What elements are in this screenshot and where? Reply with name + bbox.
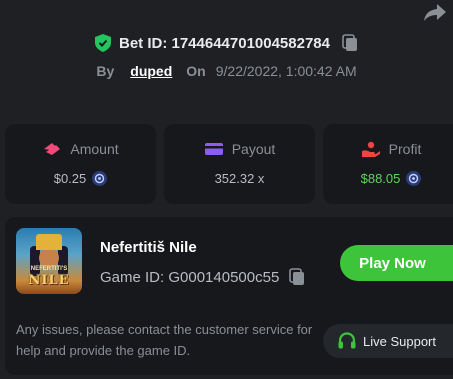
amount-icon bbox=[44, 143, 61, 155]
profit-hand-icon bbox=[361, 141, 380, 157]
live-support-button[interactable]: Live Support bbox=[323, 324, 453, 358]
coin-icon bbox=[92, 171, 108, 186]
copy-icon[interactable] bbox=[289, 268, 305, 286]
live-support-label: Live Support bbox=[363, 333, 436, 349]
profit-value: $88.05 bbox=[360, 171, 401, 186]
play-now-button[interactable]: Play Now bbox=[340, 245, 453, 281]
headset-icon bbox=[338, 332, 356, 349]
profit-card: Profit $88.05 bbox=[323, 124, 453, 204]
amount-value: $0.25 bbox=[53, 171, 87, 186]
game-thumbnail[interactable]: NEFERTITI'S NILE bbox=[16, 228, 82, 294]
game-id: Game ID: G000140500c55 bbox=[100, 268, 280, 286]
bet-header: Bet ID: 1744644701004582784 By duped On … bbox=[0, 34, 453, 79]
shield-check-icon bbox=[94, 34, 111, 52]
thumbnail-subtitle: NEFERTITI'S bbox=[30, 266, 68, 272]
amount-label: Amount bbox=[70, 141, 119, 157]
amount-card: Amount $0.25 bbox=[5, 124, 156, 204]
stats-row: Amount $0.25 Payout 352.32 x Profit $88.… bbox=[5, 124, 453, 204]
game-title: Nefertitiš Nile bbox=[100, 239, 197, 256]
bet-id-row: Bet ID: 1744644701004582784 bbox=[0, 34, 453, 52]
bet-date: 9/22/2022, 1:00:42 AM bbox=[215, 63, 357, 79]
payout-card: Payout 352.32 x bbox=[164, 124, 315, 204]
support-message: Any issues, please contact the customer … bbox=[16, 322, 313, 358]
copy-icon[interactable] bbox=[342, 34, 358, 52]
payout-label: Payout bbox=[231, 141, 276, 157]
username-link[interactable]: duped bbox=[130, 63, 172, 79]
payout-value: 352.32 x bbox=[214, 171, 265, 186]
profit-label: Profit bbox=[388, 141, 422, 157]
bet-meta: By duped On 9/22/2022, 1:00:42 AM bbox=[0, 63, 453, 79]
bet-id: Bet ID: 1744644701004582784 bbox=[118, 34, 330, 52]
game-card: NEFERTITI'S NILE Nefertitiš Nile Game ID… bbox=[5, 217, 453, 375]
share-icon[interactable] bbox=[423, 2, 447, 22]
by-label: By bbox=[96, 63, 115, 79]
coin-icon bbox=[406, 171, 422, 186]
payout-card-icon bbox=[204, 143, 223, 155]
thumbnail-logo: NILE bbox=[28, 273, 70, 288]
on-label: On bbox=[186, 63, 206, 79]
game-id-row: Game ID: G000140500c55 bbox=[100, 268, 305, 286]
